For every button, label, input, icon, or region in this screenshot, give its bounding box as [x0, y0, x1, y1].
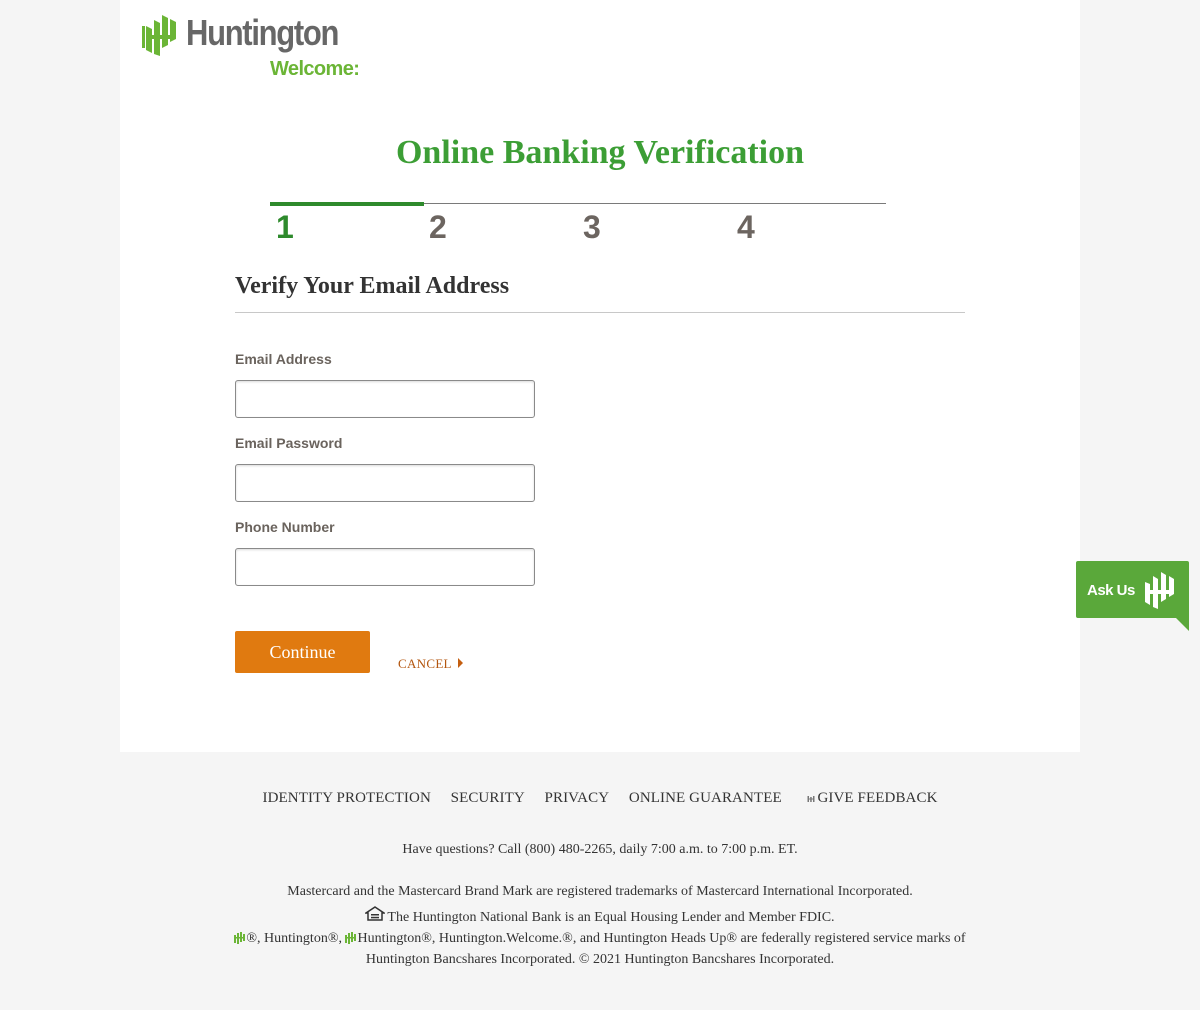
footer-link-give-feedback[interactable]: GIVE FEEDBACK [807, 790, 937, 806]
email-label: Email Address [235, 351, 332, 367]
huntington-logo-icon [345, 932, 357, 944]
step-1: 1 [276, 209, 294, 245]
huntington-logo-icon [142, 15, 176, 56]
brand-name: Huntington [186, 12, 339, 53]
equal-housing-icon [365, 906, 386, 921]
email-field[interactable] [235, 380, 535, 418]
footer-link-online-guarantee[interactable]: ONLINE GUARANTEE [629, 790, 782, 806]
caret-right-icon [457, 658, 463, 668]
cancel-label: CANCEL [398, 656, 452, 671]
feedback-icon [807, 796, 815, 802]
step-2: 2 [429, 209, 447, 245]
footer-link-security[interactable]: SECURITY [451, 790, 525, 806]
email-password-label: Email Password [235, 435, 343, 451]
step-progress: 1 2 3 4 [270, 202, 886, 248]
step-progress-active-bar [270, 202, 424, 206]
phone-field[interactable] [235, 548, 535, 586]
service-marks-part-b: Huntington®, Huntington.Welcome.®, and H… [357, 931, 966, 946]
give-feedback-label: GIVE FEEDBACK [817, 790, 938, 806]
ask-us-widget[interactable]: Ask Us [1076, 561, 1189, 631]
footer-fdic-line: The Huntington National Bank is an Equal… [120, 906, 1080, 928]
page-title: Online Banking Verification [395, 134, 805, 171]
service-marks-part-a: ®, Huntington®, [246, 931, 346, 946]
ask-us-label: Ask Us [1087, 582, 1135, 599]
footer-mastercard: Mastercard and the Mastercard Brand Mark… [287, 884, 913, 899]
phone-label: Phone Number [235, 519, 335, 535]
huntington-logo-icon [1145, 572, 1174, 609]
ask-us-bubble-tail [1174, 616, 1189, 631]
email-password-field[interactable] [235, 464, 535, 502]
page-container: Huntington Welcome: Online Banking Verif… [120, 0, 1080, 1010]
main-panel: Huntington Welcome: Online Banking Verif… [120, 0, 1080, 752]
footer-nav: IDENTITY PROTECTION SECURITY PRIVACY ONL… [120, 790, 1080, 807]
cancel-link[interactable]: CANCEL [398, 656, 463, 672]
footer-service-marks: ®, Huntington®, Huntington®, Huntington.… [120, 928, 1080, 970]
service-marks-part-c: Huntington Bancshares Incorporated. © 20… [365, 952, 835, 967]
step-4: 4 [737, 209, 755, 245]
huntington-logo-icon [234, 932, 246, 944]
footer-questions: Have questions? Call (800) 480-2265, dai… [402, 842, 798, 857]
section-divider [235, 312, 965, 313]
section-title: Verify Your Email Address [235, 273, 510, 299]
step-3: 3 [583, 209, 601, 245]
footer-link-identity-protection[interactable]: IDENTITY PROTECTION [262, 790, 430, 806]
brand-tagline: Welcome: [270, 58, 360, 80]
footer-link-privacy[interactable]: PRIVACY [545, 790, 610, 806]
continue-button[interactable]: Continue [235, 631, 370, 673]
footer-fdic: The Huntington National Bank is an Equal… [387, 910, 835, 925]
huntington-logo[interactable]: Huntington Welcome: [142, 12, 382, 82]
